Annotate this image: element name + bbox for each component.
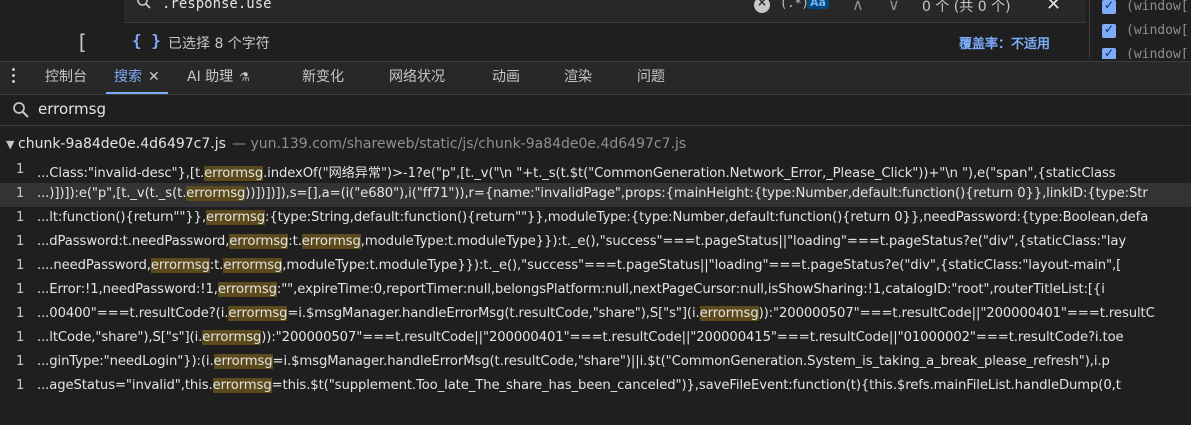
tab-label: 问题 xyxy=(637,69,665,85)
match-highlight: errormsg xyxy=(202,330,262,345)
match-highlight: errormsg xyxy=(223,258,283,273)
match-case-toggle[interactable]: Aa xyxy=(807,0,829,9)
find-input[interactable] xyxy=(162,0,702,12)
search-input[interactable] xyxy=(38,100,638,118)
tab-console[interactable]: 控制台 xyxy=(45,62,87,94)
tab-issues[interactable]: 问题 xyxy=(637,62,665,94)
search-result-row[interactable]: 1 ...ltCode,"share"),S["s"](i.errormsg)):… xyxy=(0,327,1191,351)
checkbox-checked-icon[interactable]: ✓ xyxy=(1102,46,1116,59)
match-highlight: errormsg xyxy=(212,378,272,393)
line-number: 1 xyxy=(16,162,25,177)
breakpoint-label: (window[ xyxy=(1126,47,1189,59)
search-result-row[interactable]: 1 ...Error:!1,needPassword:!1,errormsg:""… xyxy=(0,279,1191,303)
experiment-icon: ⚗ xyxy=(239,70,250,84)
match-highlight: errormsg xyxy=(186,186,246,201)
tab-label: 控制台 xyxy=(45,69,87,85)
tab-rendering[interactable]: 渲染 xyxy=(564,62,592,94)
clear-icon[interactable]: × xyxy=(754,0,770,13)
status-bar: { } 已选择 8 个字符 覆盖率：不适用 xyxy=(124,30,1086,56)
tab-label: 搜索 xyxy=(114,69,142,85)
match-highlight: errormsg xyxy=(206,210,266,225)
search-result-row[interactable]: 1 ...Class:"invalid-desc"},[t.errormsg.in… xyxy=(0,159,1191,183)
result-code-text: ...dPassword:t.needPassword,errormsg:t.e… xyxy=(37,234,1127,249)
tab-label: 新变化 xyxy=(302,69,344,85)
tab-label: 渲染 xyxy=(564,69,592,85)
pretty-print-icon[interactable]: { } xyxy=(132,31,161,50)
match-highlight: errormsg xyxy=(699,306,759,321)
match-highlight: errormsg xyxy=(217,282,277,297)
drawer-tab-bar: 控制台 搜索 ✕ AI 助理 ⚗ 新变化 网络状况 动画 渲染 问题 xyxy=(0,61,1191,95)
search-result-row[interactable]: 1 ....needPassword,errormsg:t.errormsg,mo… xyxy=(0,255,1191,279)
coverage-status[interactable]: 覆盖率：不适用 xyxy=(959,33,1050,52)
result-code-text: ...)])]):e("p",[t._v(t._s(t.errormsg))])… xyxy=(37,186,1148,201)
result-code-text: ...ltCode,"share"),S["s"](i.errormsg)):"… xyxy=(37,330,1124,345)
line-number: 1 xyxy=(16,282,25,297)
close-icon[interactable]: ✕ xyxy=(1046,0,1061,15)
result-code-text: ...ginType:"needLogin"}):(i.errormsg=i.$… xyxy=(37,354,1110,369)
bracket-glyph: [ xyxy=(76,30,89,54)
line-number: 1 xyxy=(16,306,25,321)
search-row xyxy=(0,95,1191,126)
result-code-text: ...00400"===t.resultCode?(i.errormsg=i.$… xyxy=(37,306,1155,321)
match-highlight: errormsg xyxy=(150,258,210,273)
selection-status: 已选择 8 个字符 xyxy=(168,36,270,52)
result-code-text: ...Class:"invalid-desc"},[t.errormsg.ind… xyxy=(37,166,1116,181)
search-result-row[interactable]: 1 ...lt:function(){return""}},errormsg:{t… xyxy=(0,207,1191,231)
search-result-row[interactable]: 1 ...ageStatus="invalid",this.errormsg=th… xyxy=(0,375,1191,399)
search-icon xyxy=(12,101,30,123)
match-count: 0 个 (共 0 个) xyxy=(922,0,1011,15)
result-code-text: ...Error:!1,needPassword:!1,errormsg:"",… xyxy=(37,282,1105,297)
editor-find-strip: [ × (.*) Aa ∧ ∨ 0 个 (共 0 个) ✕ { } 已选择 8 … xyxy=(0,0,1191,59)
search-result-row[interactable]: 1 ...)])]):e("p",[t._v(t._s(t.errormsg))]… xyxy=(0,183,1191,207)
checkbox-checked-icon[interactable]: ✓ xyxy=(1102,0,1116,14)
search-icon xyxy=(136,0,152,14)
close-tab-icon[interactable]: ✕ xyxy=(148,69,160,85)
line-number: 1 xyxy=(16,330,25,345)
tab-label: 动画 xyxy=(492,69,520,85)
result-file-name: chunk-9a84de0e.4d6497c7.js xyxy=(18,136,226,152)
result-file-path: — yun.139.com/shareweb/static/js/chunk-9… xyxy=(232,136,687,152)
line-number: 1 xyxy=(16,210,25,225)
tab-whats-new[interactable]: 新变化 xyxy=(302,62,344,94)
tab-animations[interactable]: 动画 xyxy=(492,62,520,94)
tab-search[interactable]: 搜索 ✕ xyxy=(106,62,168,94)
match-highlight: errormsg xyxy=(213,354,273,369)
breakpoint-label: (window[ xyxy=(1126,0,1189,14)
line-number: 1 xyxy=(16,378,25,393)
tab-network-conditions[interactable]: 网络状况 xyxy=(389,62,445,94)
regex-toggle[interactable]: (.*) xyxy=(780,0,809,10)
line-number: 1 xyxy=(16,234,25,249)
checkbox-checked-icon[interactable]: ✓ xyxy=(1102,22,1116,38)
expand-triangle-icon[interactable]: ▼ xyxy=(6,138,14,151)
match-highlight: errormsg xyxy=(301,234,361,249)
search-result-row[interactable]: 1 ...ginType:"needLogin"}):(i.errormsg=i.… xyxy=(0,351,1191,375)
line-number: 1 xyxy=(16,354,25,369)
line-number: 1 xyxy=(16,258,25,273)
tab-label: 网络状况 xyxy=(389,69,445,85)
search-result-row[interactable]: 1 ...dPassword:t.needPassword,errormsg:t.… xyxy=(0,231,1191,255)
find-bar: × (.*) Aa ∧ ∨ 0 个 (共 0 个) ✕ xyxy=(124,0,1086,23)
match-highlight: errormsg xyxy=(229,234,289,249)
search-results: ▼ chunk-9a84de0e.4d6497c7.js — yun.139.c… xyxy=(0,135,1191,425)
match-highlight: errormsg xyxy=(204,166,264,181)
previous-match-icon[interactable]: ∧ xyxy=(852,0,864,14)
result-code-text: ...ageStatus="invalid",this.errormsg=thi… xyxy=(37,378,1121,393)
result-code-text: ...lt:function(){return""}},errormsg:{ty… xyxy=(37,210,1149,225)
match-highlight: errormsg xyxy=(228,306,288,321)
more-menu-icon[interactable] xyxy=(12,68,16,86)
search-result-row[interactable]: 1 ...00400"===t.resultCode?(i.errormsg=i.… xyxy=(0,303,1191,327)
result-code-text: ....needPassword,errormsg:t.errormsg,mod… xyxy=(37,258,1122,273)
editor-gutter: [ xyxy=(0,0,124,59)
breakpoint-label: (window[ xyxy=(1126,23,1189,38)
breakpoints-pane: ✓ (window[ ✓ (window[ ✓ (window[ xyxy=(1089,0,1191,59)
line-number: 1 xyxy=(16,186,25,201)
tab-ai-assistance[interactable]: AI 助理 ⚗ xyxy=(187,62,250,94)
next-match-icon[interactable]: ∨ xyxy=(888,0,900,14)
tab-label: AI 助理 xyxy=(187,69,234,85)
